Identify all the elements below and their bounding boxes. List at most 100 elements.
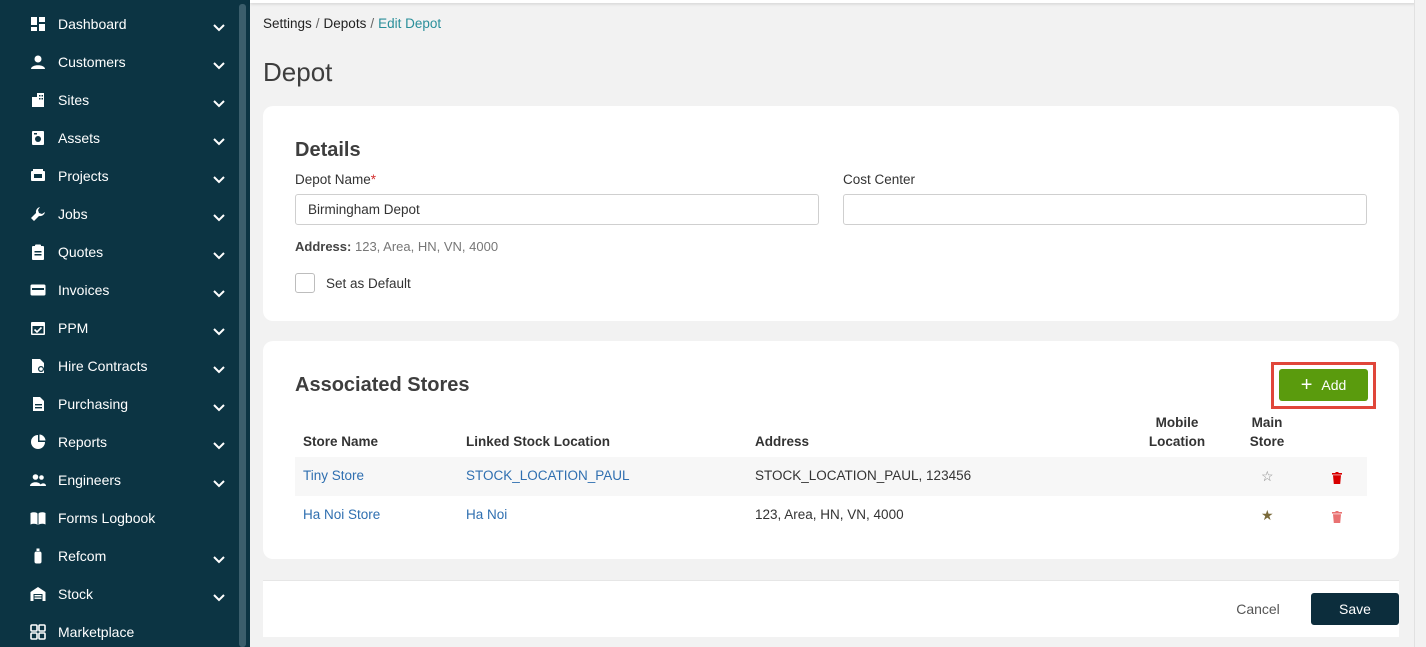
sidebar-item-assets[interactable]: Assets	[0, 119, 238, 157]
sidebar-scrollbar[interactable]	[239, 4, 246, 647]
chevron-down-icon[interactable]	[213, 95, 225, 108]
sidebar-item-label: Jobs	[58, 206, 88, 222]
page-scrollbar[interactable]	[1414, 0, 1426, 647]
required-mark: *	[370, 172, 377, 187]
cost-center-label: Cost Center	[843, 172, 916, 187]
trash-icon[interactable]	[1332, 471, 1342, 484]
person-icon	[30, 54, 46, 70]
sidebar-item-label: Reports	[58, 434, 108, 450]
top-bar	[250, 0, 1426, 3]
address-label: Address:	[295, 239, 352, 254]
breadcrumb-depots[interactable]: Depots	[324, 16, 367, 31]
sidebar-item-reports[interactable]: Reports	[0, 423, 238, 461]
depot-name-label: Depot Name*	[295, 172, 376, 187]
chevron-down-icon[interactable]	[213, 171, 225, 184]
column-header-store-name: Store Name	[303, 434, 379, 449]
sidebar-item-label: Hire Contracts	[58, 358, 148, 374]
stock-location-link[interactable]: STOCK_LOCATION_PAUL	[466, 468, 630, 483]
stock-location-link[interactable]: Ha Noi	[466, 507, 507, 522]
sidebar-item-label: PPM	[58, 320, 89, 336]
sidebar-item-dashboard[interactable]: Dashboard	[0, 5, 238, 43]
contract-icon	[30, 358, 46, 374]
sidebar: Dashboard Customers Sites Assets Project…	[0, 0, 250, 647]
add-store-button[interactable]: + Add	[1279, 369, 1368, 401]
cancel-button[interactable]: Cancel	[1228, 598, 1288, 620]
chevron-down-icon[interactable]	[213, 361, 225, 374]
store-name-link[interactable]: Tiny Store	[303, 468, 364, 483]
chevron-down-icon[interactable]	[213, 437, 225, 450]
sidebar-item-label: Marketplace	[58, 624, 135, 640]
card-icon	[30, 282, 46, 298]
column-header-address: Address	[755, 434, 810, 449]
cylinder-icon	[30, 548, 46, 564]
sidebar-item-hire-contracts[interactable]: Hire Contracts	[0, 347, 238, 385]
breadcrumb-current: Edit Depot	[378, 16, 442, 31]
plus-icon: +	[1300, 374, 1313, 396]
sidebar-item-customers[interactable]: Customers	[0, 43, 238, 81]
sidebar-item-quotes[interactable]: Quotes	[0, 233, 238, 271]
sidebar-item-engineers[interactable]: Engineers	[0, 461, 238, 499]
save-button[interactable]: Save	[1311, 593, 1399, 625]
sidebar-item-label: Forms Logbook	[58, 510, 156, 526]
depot-name-input[interactable]	[295, 194, 819, 225]
warehouse-icon	[30, 586, 46, 602]
address-line: Address: 123, Area, HN, VN, 4000	[295, 239, 498, 254]
sidebar-item-stock[interactable]: Stock	[0, 575, 238, 613]
cost-center-input[interactable]	[843, 194, 1367, 225]
book-icon	[30, 510, 46, 526]
sidebar-item-projects[interactable]: Projects	[0, 157, 238, 195]
store-name-link[interactable]: Ha Noi Store	[303, 507, 380, 522]
store-address: STOCK_LOCATION_PAUL, 123456	[755, 468, 972, 483]
chevron-down-icon[interactable]	[213, 589, 225, 602]
breadcrumb: Settings / Depots / Edit Depot	[263, 16, 441, 31]
chevron-down-icon[interactable]	[213, 57, 225, 70]
breadcrumb-settings[interactable]: Settings	[263, 16, 312, 31]
sidebar-item-label: Stock	[58, 586, 94, 602]
chevron-down-icon[interactable]	[213, 475, 225, 488]
star-outline-icon[interactable]: ☆	[1261, 468, 1274, 485]
trash-icon[interactable]	[1332, 510, 1342, 523]
sidebar-item-ppm[interactable]: PPM	[0, 309, 238, 347]
document-icon	[30, 396, 46, 412]
grid-icon	[30, 624, 46, 640]
projects-icon	[30, 168, 46, 184]
breadcrumb-separator: /	[315, 16, 320, 31]
sidebar-item-purchasing[interactable]: Purchasing	[0, 385, 238, 423]
sidebar-item-label: Quotes	[58, 244, 104, 260]
add-button-label: Add	[1321, 377, 1347, 393]
sidebar-item-refcom[interactable]: Refcom	[0, 537, 238, 575]
sidebar-item-jobs[interactable]: Jobs	[0, 195, 238, 233]
set-default-checkbox[interactable]	[295, 273, 315, 293]
chevron-down-icon[interactable]	[213, 19, 225, 32]
column-header-mobile-location: Mobile Location	[1140, 413, 1214, 451]
set-default-label: Set as Default	[326, 276, 411, 291]
sidebar-item-label: Sites	[58, 92, 90, 108]
sidebar-item-marketplace[interactable]: Marketplace	[0, 613, 238, 647]
sidebar-nav: Dashboard Customers Sites Assets Project…	[0, 5, 238, 647]
clipboard-icon	[30, 244, 46, 260]
breadcrumb-separator: /	[370, 16, 375, 31]
sidebar-item-label: Projects	[58, 168, 109, 184]
column-header-linked-stock-location: Linked Stock Location	[466, 434, 611, 449]
chevron-down-icon[interactable]	[213, 133, 225, 146]
star-filled-icon[interactable]: ★	[1261, 507, 1274, 524]
asset-icon	[30, 130, 46, 146]
sidebar-item-forms-logbook[interactable]: Forms Logbook	[0, 499, 238, 537]
sidebar-item-label: Purchasing	[58, 396, 129, 412]
stores-title: Associated Stores	[295, 374, 470, 396]
sidebar-item-label: Invoices	[58, 282, 110, 298]
chevron-down-icon[interactable]	[213, 209, 225, 222]
chevron-down-icon[interactable]	[213, 247, 225, 260]
sidebar-item-sites[interactable]: Sites	[0, 81, 238, 119]
chevron-down-icon[interactable]	[213, 323, 225, 336]
depot-name-label-text: Depot Name	[295, 172, 371, 187]
column-header-main-store: Main Store	[1240, 413, 1294, 451]
sidebar-item-invoices[interactable]: Invoices	[0, 271, 238, 309]
column-header-main-line: Main	[1251, 415, 1283, 430]
chevron-down-icon[interactable]	[213, 285, 225, 298]
chevron-down-icon[interactable]	[213, 399, 225, 412]
sidebar-item-label: Dashboard	[58, 16, 127, 32]
building-icon	[30, 92, 46, 108]
wrench-icon	[30, 206, 46, 222]
chevron-down-icon[interactable]	[213, 551, 225, 564]
